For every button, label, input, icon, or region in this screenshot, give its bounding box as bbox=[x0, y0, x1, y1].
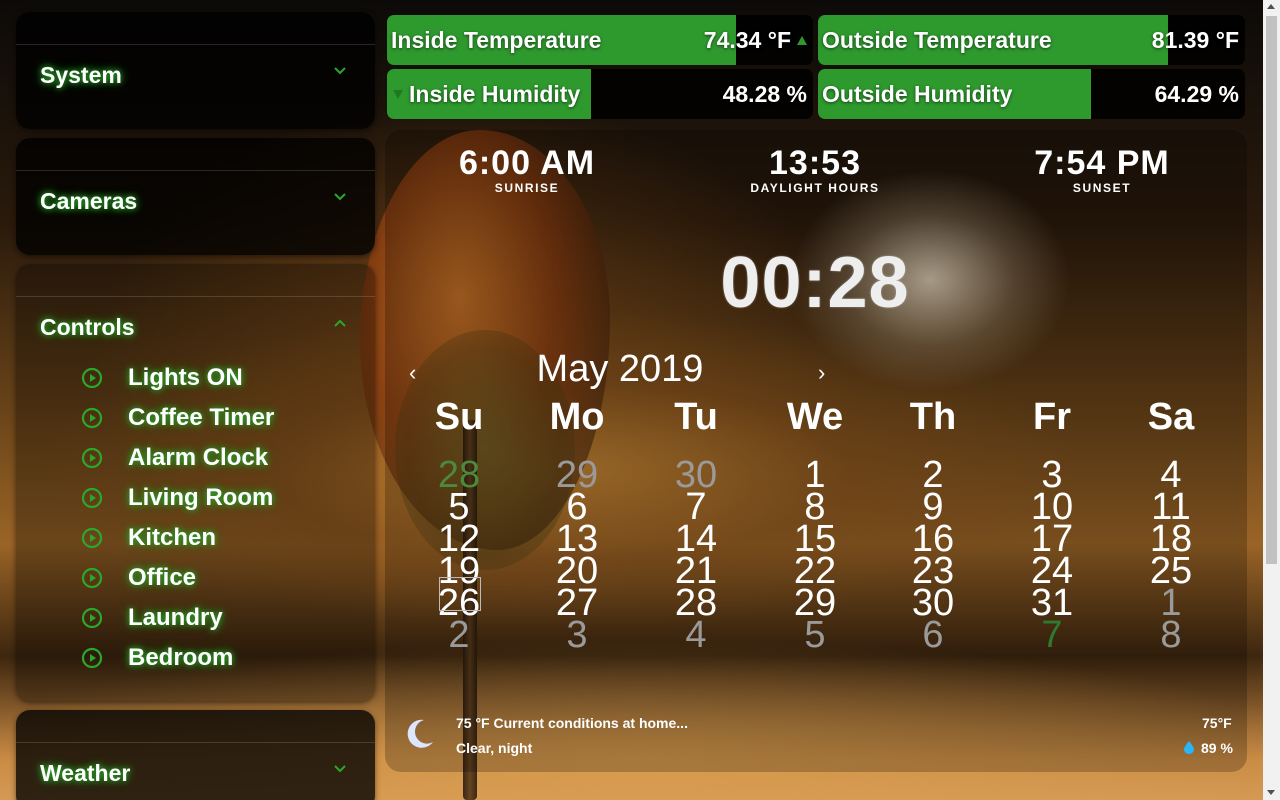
system-card[interactable]: System bbox=[16, 12, 375, 129]
control-item[interactable]: Kitchen bbox=[80, 522, 216, 554]
control-item-label: Lights ON bbox=[128, 364, 243, 391]
calendar-day[interactable]: 4 bbox=[637, 616, 755, 654]
play-circle-icon[interactable] bbox=[80, 606, 104, 630]
chevron-up-icon[interactable] bbox=[333, 316, 347, 330]
inside-temperature-sensor[interactable]: Inside Temperature 74.34 °F bbox=[387, 15, 813, 65]
control-item[interactable]: Coffee Timer bbox=[80, 402, 274, 434]
play-circle-icon[interactable] bbox=[80, 486, 104, 510]
scroll-down-arrow-icon[interactable] bbox=[1267, 790, 1275, 795]
card-divider bbox=[16, 170, 375, 171]
calendar-day[interactable]: 5 bbox=[756, 616, 874, 654]
sunrise-label: SUNRISE bbox=[494, 181, 560, 195]
card-divider bbox=[16, 44, 375, 45]
calendar-prev-button[interactable]: ‹ bbox=[409, 360, 416, 386]
daylight-hours: 13:53 bbox=[769, 144, 861, 182]
play-circle-icon[interactable] bbox=[80, 526, 104, 550]
calendar-weekday: Su bbox=[434, 396, 484, 438]
control-item[interactable]: Laundry bbox=[80, 602, 223, 634]
daylight-block: 13:53 DAYLIGHT HOURS bbox=[715, 146, 915, 195]
inside-humidity-label: Inside Humidity bbox=[409, 81, 581, 107]
control-item[interactable]: Living Room bbox=[80, 482, 273, 514]
card-divider bbox=[16, 296, 375, 297]
calendar-month-title: May 2019 bbox=[536, 348, 704, 390]
calendar-weekday: We bbox=[786, 396, 844, 438]
weather-condition: Clear, night bbox=[456, 740, 533, 756]
control-item-label: Office bbox=[128, 564, 197, 591]
calendar-day[interactable]: 7 bbox=[993, 616, 1111, 654]
water-drop-icon bbox=[1184, 741, 1194, 754]
control-item-label: Bedroom bbox=[128, 644, 234, 671]
page-scrollbar[interactable] bbox=[1263, 0, 1280, 800]
control-item[interactable]: Alarm Clock bbox=[80, 442, 268, 474]
calendar-weekday: Tu bbox=[674, 396, 718, 438]
inside-humidity-value: 48.28 % bbox=[722, 81, 807, 107]
sunset-time: 7:54 PM bbox=[1034, 144, 1170, 182]
calendar-weekday: Sa bbox=[1147, 396, 1195, 438]
control-item-label: Laundry bbox=[128, 604, 223, 631]
control-item-label: Alarm Clock bbox=[128, 444, 269, 471]
calendar-today-marker bbox=[439, 577, 481, 611]
play-circle-icon[interactable] bbox=[80, 366, 104, 390]
weather-card[interactable]: Weather bbox=[16, 710, 375, 800]
calendar-weekday: Mo bbox=[549, 396, 605, 438]
play-circle-icon[interactable] bbox=[80, 646, 104, 670]
sunset-label: SUNSET bbox=[1072, 181, 1132, 195]
clock-time: 00:28 bbox=[720, 243, 910, 323]
inside-humidity-sensor[interactable]: Inside Humidity 48.28 % bbox=[387, 69, 813, 119]
calendar-day[interactable]: 8 bbox=[1112, 616, 1230, 654]
sidebar: System Cameras Controls Lights ON Coffee … bbox=[16, 0, 376, 800]
chevron-down-icon[interactable] bbox=[333, 64, 347, 78]
control-item-label: Living Room bbox=[128, 484, 274, 511]
outside-temperature-value: 81.39 °F bbox=[1151, 27, 1239, 53]
outside-humidity-sensor[interactable]: Outside Humidity 64.29 % bbox=[818, 69, 1245, 119]
chevron-down-icon[interactable] bbox=[333, 762, 347, 776]
sunrise-time: 6:00 AM bbox=[458, 144, 596, 182]
calendar-next-button[interactable]: › bbox=[818, 360, 825, 386]
calendar-weekday: Th bbox=[909, 396, 957, 438]
weather-summary: 75 °F Current conditions at home... bbox=[456, 715, 688, 731]
outside-humidity-value: 64.29 % bbox=[1154, 81, 1239, 107]
main-panel bbox=[385, 130, 1247, 772]
calendar-day[interactable]: 2 bbox=[400, 616, 518, 654]
cameras-card[interactable]: Cameras bbox=[16, 138, 375, 255]
outside-humidity-label: Outside Humidity bbox=[822, 81, 1013, 107]
control-item[interactable]: Lights ON bbox=[80, 362, 243, 394]
play-circle-icon[interactable] bbox=[80, 446, 104, 470]
card-divider bbox=[16, 742, 375, 743]
trend-up-icon bbox=[797, 36, 807, 45]
daylight-label: DAYLIGHT HOURS bbox=[750, 181, 880, 195]
scrollbar-thumb[interactable] bbox=[1266, 16, 1277, 564]
controls-card: Controls Lights ON Coffee Timer Alarm Cloc… bbox=[16, 264, 375, 701]
controls-title[interactable]: Controls bbox=[40, 314, 135, 341]
play-circle-icon[interactable] bbox=[80, 406, 104, 430]
weather-humidity: 89 % bbox=[1201, 740, 1233, 756]
control-item[interactable]: Office bbox=[80, 562, 196, 594]
control-item-label: Coffee Timer bbox=[128, 404, 275, 431]
calendar-weekday: Fr bbox=[1033, 396, 1071, 438]
cameras-title[interactable]: Cameras bbox=[40, 188, 137, 215]
play-circle-icon[interactable] bbox=[80, 566, 104, 590]
sunrise-block: 6:00 AM SUNRISE bbox=[427, 146, 627, 195]
system-title[interactable]: System bbox=[40, 62, 122, 89]
moon-icon bbox=[402, 717, 436, 751]
outside-temperature-label: Outside Temperature bbox=[822, 27, 1052, 53]
outside-temperature-sensor[interactable]: Outside Temperature 81.39 °F bbox=[818, 15, 1245, 65]
chevron-down-icon[interactable] bbox=[333, 190, 347, 204]
control-item-label: Kitchen bbox=[128, 524, 217, 551]
weather-temperature: 75°F bbox=[1202, 715, 1232, 731]
calendar-day[interactable]: 3 bbox=[518, 616, 636, 654]
inside-temperature-label: Inside Temperature bbox=[391, 27, 602, 53]
calendar-day[interactable]: 6 bbox=[874, 616, 992, 654]
sunset-block: 7:54 PM SUNSET bbox=[1002, 146, 1202, 195]
control-item[interactable]: Bedroom bbox=[80, 642, 233, 674]
weather-title[interactable]: Weather bbox=[40, 760, 130, 787]
trend-down-icon bbox=[393, 90, 403, 99]
scroll-up-arrow-icon[interactable] bbox=[1267, 4, 1275, 9]
inside-temperature-value: 74.34 °F bbox=[703, 27, 791, 53]
